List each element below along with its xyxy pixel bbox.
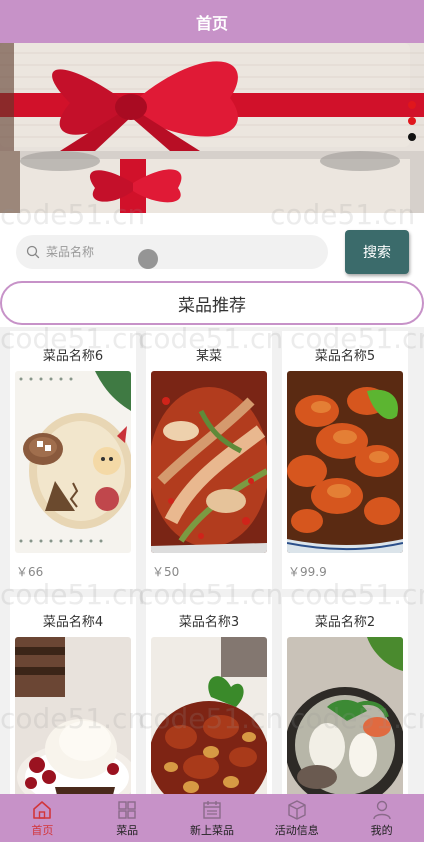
home-icon: [33, 800, 52, 819]
dish-card[interactable]: 菜品名称4: [10, 597, 136, 794]
dish-card[interactable]: 菜品名称6 ￥66: [10, 331, 136, 589]
carousel-dot[interactable]: [408, 117, 416, 125]
dish-card[interactable]: 菜品名称2: [282, 597, 408, 794]
search-box[interactable]: [16, 235, 328, 269]
dish-image: [15, 637, 131, 794]
dish-image: [287, 637, 403, 794]
carousel-dot-active[interactable]: [408, 133, 416, 141]
user-icon: [372, 800, 391, 819]
dish-grid: 菜品名称6 ￥66 某菜 ￥50 菜品名称5 ￥99.9 菜品名称4 菜品名称3…: [0, 327, 424, 794]
dish-card[interactable]: 菜品名称3: [146, 597, 272, 794]
dish-name: 菜品名称3: [178, 615, 240, 630]
dish-image: [151, 371, 267, 553]
dish-name: 某菜: [195, 349, 222, 364]
carousel-indicators: [408, 101, 416, 141]
carousel-dot[interactable]: [408, 101, 416, 109]
dish-price: ￥99.9: [288, 565, 327, 579]
page-title: 首页: [195, 13, 228, 33]
tab-label: 菜品: [116, 823, 139, 837]
tab-label: 新上菜品: [189, 823, 234, 837]
dish-name: 菜品名称5: [314, 349, 376, 364]
dish-name: 菜品名称4: [42, 615, 104, 630]
dish-card[interactable]: 菜品名称5 ￥99.9: [282, 331, 408, 589]
tab-label: 活动信息: [274, 823, 319, 837]
section-title: 菜品推荐: [0, 281, 424, 325]
search-icon: [26, 245, 40, 259]
grid-icon: [118, 800, 136, 819]
tab-mine[interactable]: 我的: [339, 794, 424, 842]
bottom-tabbar: 首页 菜品 新上菜品 活动信息 我的: [0, 794, 424, 842]
tab-dishes[interactable]: 菜品: [85, 794, 170, 842]
dish-name: 菜品名称2: [314, 615, 376, 630]
tab-label: 我的: [370, 823, 393, 837]
dish-price: ￥50: [152, 565, 180, 579]
dish-name: 菜品名称6: [42, 349, 104, 364]
tab-home[interactable]: 首页: [0, 794, 85, 842]
dish-image: [151, 637, 267, 794]
tab-new-dishes[interactable]: 新上菜品: [170, 794, 255, 842]
search-button[interactable]: 搜索: [345, 230, 409, 274]
top-header: 首页: [0, 0, 424, 43]
section-bar: 菜品推荐: [0, 279, 424, 327]
search-input[interactable]: [46, 245, 306, 259]
box-icon: [288, 799, 306, 820]
banner-carousel[interactable]: [0, 43, 424, 213]
calendar-icon: [203, 800, 221, 819]
touch-cursor: [138, 249, 158, 269]
search-row: 搜索: [0, 213, 424, 279]
dish-price: ￥66: [16, 565, 44, 579]
dish-card[interactable]: 某菜 ￥50: [146, 331, 272, 589]
dish-image: [15, 371, 131, 553]
tab-label: 首页: [31, 823, 54, 837]
tab-activities[interactable]: 活动信息: [254, 794, 339, 842]
dish-image: [287, 371, 403, 553]
banner-image: [0, 43, 424, 213]
